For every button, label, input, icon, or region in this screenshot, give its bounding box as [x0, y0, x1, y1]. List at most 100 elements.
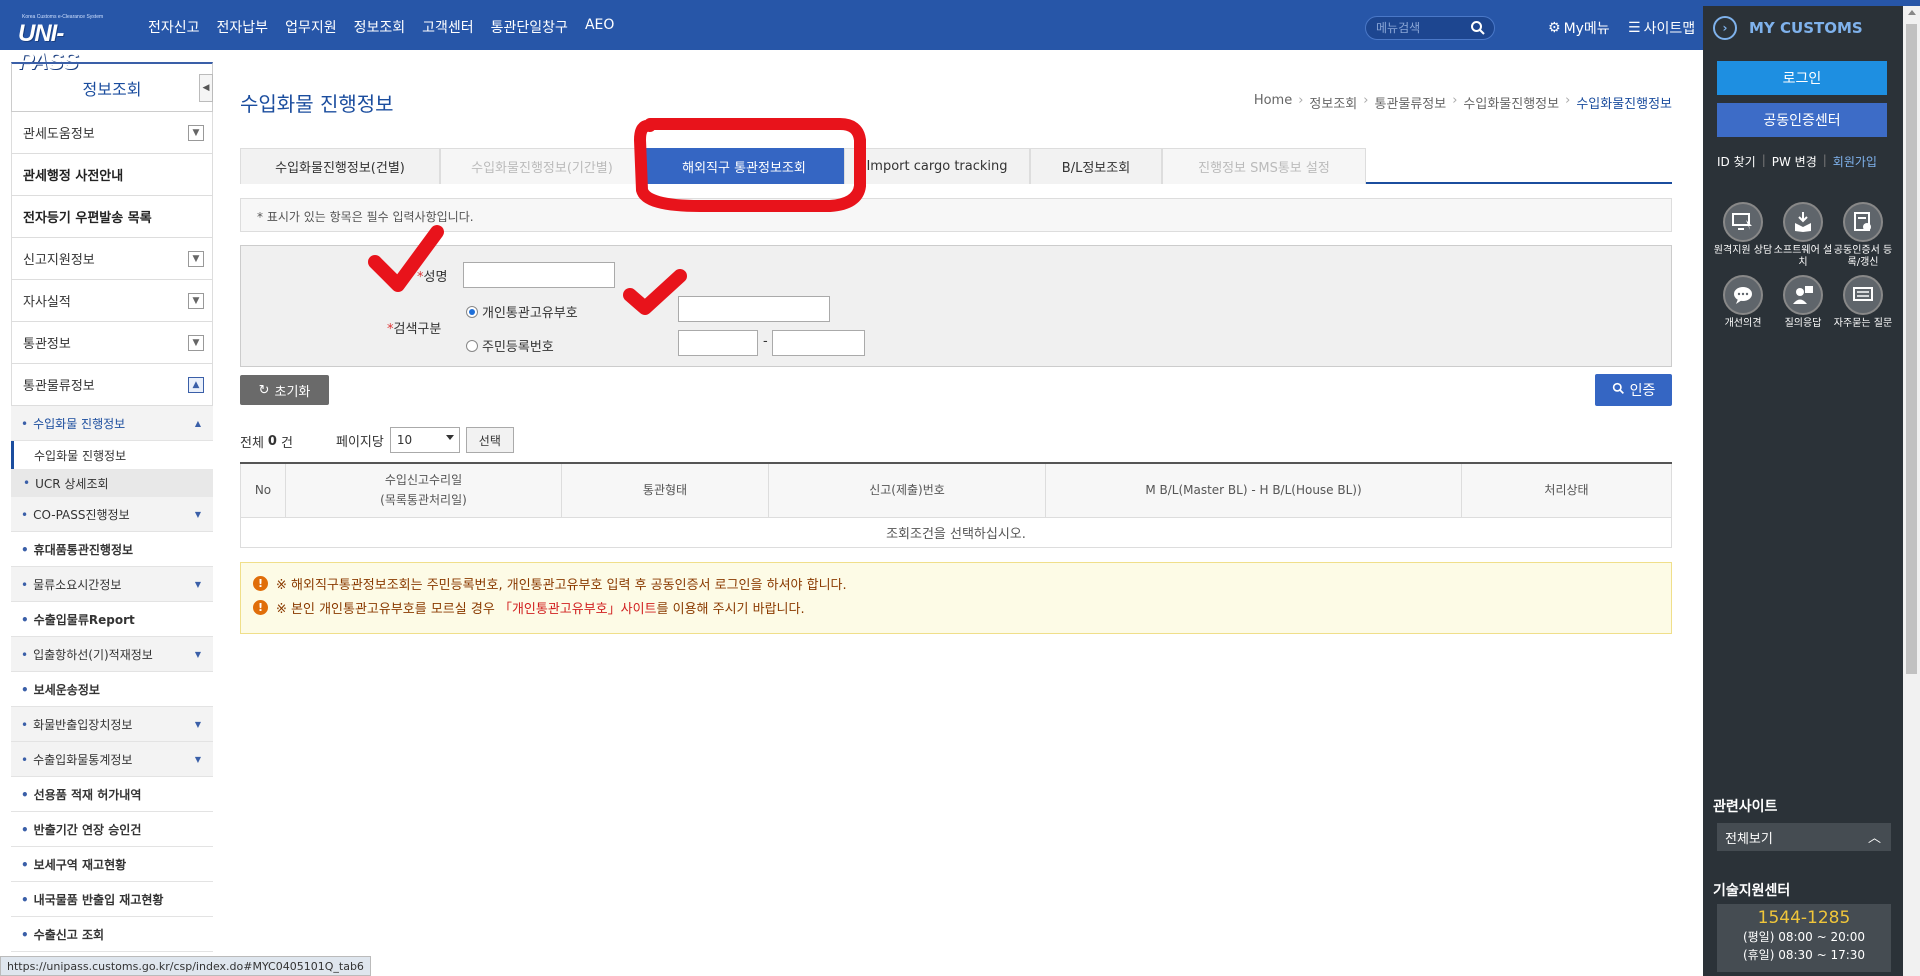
- sidebar-item-label: 자사실적: [23, 295, 71, 310]
- bullet-icon: •: [21, 822, 29, 837]
- certificate-icon: [1843, 202, 1883, 242]
- gnb-item-support[interactable]: 업무지원: [285, 17, 337, 37]
- resident-number-first-input[interactable]: [678, 330, 758, 356]
- sidebar-sub-item[interactable]: • 반출기간 연장 승인건: [11, 812, 213, 847]
- sidebar-item[interactable]: 통관물류정보 ▲: [11, 364, 213, 406]
- resident-number-second-input[interactable]: [772, 330, 865, 356]
- sidebar-title: 정보조회 ◀: [11, 62, 213, 112]
- gnb-item-inquiry[interactable]: 정보조회: [354, 17, 406, 37]
- sidebar-sub-item[interactable]: • CO-PASS진행정보 ▼: [11, 497, 213, 532]
- chevron-down-icon[interactable]: ▼: [188, 124, 204, 141]
- reset-button[interactable]: ↻ 초기화: [240, 375, 329, 405]
- chevron-down-icon[interactable]: ▼: [188, 292, 204, 309]
- auth-button[interactable]: 인증: [1595, 374, 1672, 406]
- customs-code-site-link[interactable]: 「개인통관고유부호」사이트: [499, 602, 657, 617]
- select-button[interactable]: 선택: [465, 427, 514, 453]
- sidebar-sub-item[interactable]: • 입출항하선(기)적재정보 ▼: [11, 637, 213, 672]
- scrollbar-thumb[interactable]: [1906, 24, 1917, 674]
- chevron-up-icon[interactable]: ▲: [188, 376, 204, 393]
- radio-resident-number[interactable]: 주민등록번호: [466, 336, 554, 355]
- sitemap-button[interactable]: ☰ 사이트맵: [1628, 18, 1695, 38]
- sidebar-sub-item[interactable]: • 수출입물류Report: [11, 602, 213, 637]
- qna-button[interactable]: 질의응답: [1773, 275, 1833, 330]
- search-type-label: *검색구분: [387, 322, 442, 337]
- sidebar-sub-item[interactable]: • 물류소요시간정보 ▼: [11, 567, 213, 602]
- page-title: 수입화물 진행정보: [240, 92, 394, 116]
- my-customs-title[interactable]: › MY CUSTOMS: [1713, 16, 1863, 40]
- breadcrumb-home[interactable]: Home: [1254, 93, 1292, 112]
- quick-icons: 원격지원 상담 소프트웨어 설치 공동인증서 등록/갱신 개선의견 질의응답 자…: [1713, 202, 1893, 330]
- unipass-logo[interactable]: Korea Customs e-Clearance System UNI-PAS…: [14, 12, 120, 75]
- tab-bl-inquiry[interactable]: B/L정보조회: [1030, 148, 1162, 184]
- scroll-up-arrow-icon[interactable]: [1908, 10, 1916, 15]
- id-find-link[interactable]: ID 찾기: [1717, 153, 1756, 170]
- tab-direct-purchase[interactable]: 해외직구 통관정보조회: [644, 148, 844, 184]
- sidebar-leaf-active[interactable]: 수입화물 진행정보: [11, 441, 213, 469]
- join-link[interactable]: 회원가입: [1833, 153, 1877, 170]
- sidebar-item[interactable]: 신고지원정보 ▼: [11, 238, 213, 280]
- breadcrumb-item[interactable]: 통관물류정보: [1374, 93, 1446, 112]
- gnb-item-single-window[interactable]: 통관단일창구: [491, 17, 568, 37]
- sidebar-item[interactable]: 전자등기 우편발송 목록: [11, 196, 213, 238]
- per-page-select[interactable]: 10: [389, 427, 460, 453]
- radio-customs-code[interactable]: 개인통관고유부호: [466, 302, 578, 321]
- sidebar-item[interactable]: 관세도움정보 ▼: [11, 112, 213, 154]
- sidebar-sub-item[interactable]: • 선용품 적재 허가내역: [11, 777, 213, 812]
- sidebar-sub-item-active[interactable]: • 수입화물 진행정보 ▲: [11, 406, 213, 441]
- reset-button-label: 초기화: [274, 384, 311, 400]
- sidebar-sub-item[interactable]: • 보세운송정보: [11, 672, 213, 707]
- cert-center-button[interactable]: 공동인증센터: [1717, 103, 1887, 137]
- breadcrumb-item[interactable]: 정보조회: [1309, 93, 1357, 112]
- remote-support-button[interactable]: 원격지원 상담: [1713, 202, 1773, 269]
- customs-code-input[interactable]: [678, 296, 830, 322]
- exclamation-icon: !: [253, 576, 268, 591]
- tab-import-by-period[interactable]: 수입화물진행정보(기간별): [440, 148, 644, 184]
- improvement-button[interactable]: 개선의견: [1713, 275, 1773, 330]
- tech-support-box: 1544-1285 (평일) 08:00 ~ 20:00 (휴일) 08:30 …: [1717, 904, 1891, 972]
- chevron-down-icon[interactable]: ▼: [188, 334, 204, 351]
- radio-dot-selected[interactable]: [466, 305, 478, 318]
- total-prefix: 전체: [240, 436, 264, 451]
- warning-text-1: ※ 해외직구통관정보조회는 주민등록번호, 개인통관고유부호 입력 후 공동인증…: [276, 578, 847, 593]
- sidebar-sub-item[interactable]: • 화물반출입장치정보 ▼: [11, 707, 213, 742]
- page-scrollbar[interactable]: [1903, 6, 1920, 976]
- sidebar-sub-item[interactable]: • 휴대품통관진행정보: [11, 532, 213, 567]
- sidebar-sub-item[interactable]: • 보세구역 재고현황: [11, 847, 213, 882]
- sidebar-sub-item[interactable]: • 수출입화물통계정보 ▼: [11, 742, 213, 777]
- bullet-icon: •: [21, 542, 29, 557]
- sidebar-sub-label: 입출항하선(기)적재정보: [33, 647, 153, 662]
- mymenu-button[interactable]: ⚙ My메뉴: [1548, 18, 1610, 38]
- related-sites-select[interactable]: 전체보기 ︿: [1717, 823, 1891, 851]
- login-button[interactable]: 로그인: [1717, 61, 1887, 95]
- sidebar-leaf[interactable]: • UCR 상세조회: [11, 469, 213, 497]
- cert-register-button[interactable]: 공동인증서 등록/갱신: [1833, 202, 1893, 269]
- sidebar-sub-item[interactable]: • 수출신고 조회: [11, 917, 213, 952]
- faq-button[interactable]: 자주묻는 질문: [1833, 275, 1893, 330]
- gnb-item-edeclare[interactable]: 전자신고: [148, 17, 200, 37]
- tab-import-cargo-tracking[interactable]: Import cargo tracking: [844, 148, 1030, 184]
- sidebar-item[interactable]: 관세행정 사전안내: [11, 154, 213, 196]
- search-icon[interactable]: [1470, 20, 1486, 40]
- tab-import-by-case[interactable]: 수입화물진행정보(건별): [240, 148, 440, 184]
- per-page-label: 페이지당: [336, 434, 384, 450]
- collapse-sidebar-icon[interactable]: ◀: [199, 74, 213, 102]
- name-input[interactable]: [463, 262, 615, 288]
- download-box-icon: [1783, 202, 1823, 242]
- pw-change-link[interactable]: PW 변경: [1772, 153, 1817, 170]
- sidebar-item[interactable]: 자사실적 ▼: [11, 280, 213, 322]
- sidebar-sub-label: 수입화물 진행정보: [33, 416, 126, 431]
- breadcrumb-item[interactable]: 수입화물진행정보: [1463, 93, 1559, 112]
- chevron-right-icon: ›: [1363, 93, 1369, 108]
- gnb-item-aeo[interactable]: AEO: [585, 17, 614, 37]
- gnb-item-customer[interactable]: 고객센터: [422, 17, 474, 37]
- chevron-down-icon[interactable]: ▼: [188, 250, 204, 267]
- tab-sms-settings[interactable]: 진행정보 SMS통보 설정: [1162, 148, 1366, 184]
- menu-search-input[interactable]: [1366, 17, 1462, 39]
- software-install-button[interactable]: 소프트웨어 설치: [1773, 202, 1833, 269]
- remote-support-label: 원격지원 상담: [1713, 245, 1773, 256]
- sidebar-sub-item[interactable]: • 내국물품 반출입 재고현황: [11, 882, 213, 917]
- sidebar-item[interactable]: 통관정보 ▼: [11, 322, 213, 364]
- radio-dot[interactable]: [466, 339, 478, 352]
- sidebar-sub-label: 휴대품통관진행정보: [33, 542, 134, 557]
- gnb-item-epayment[interactable]: 전자납부: [217, 17, 269, 37]
